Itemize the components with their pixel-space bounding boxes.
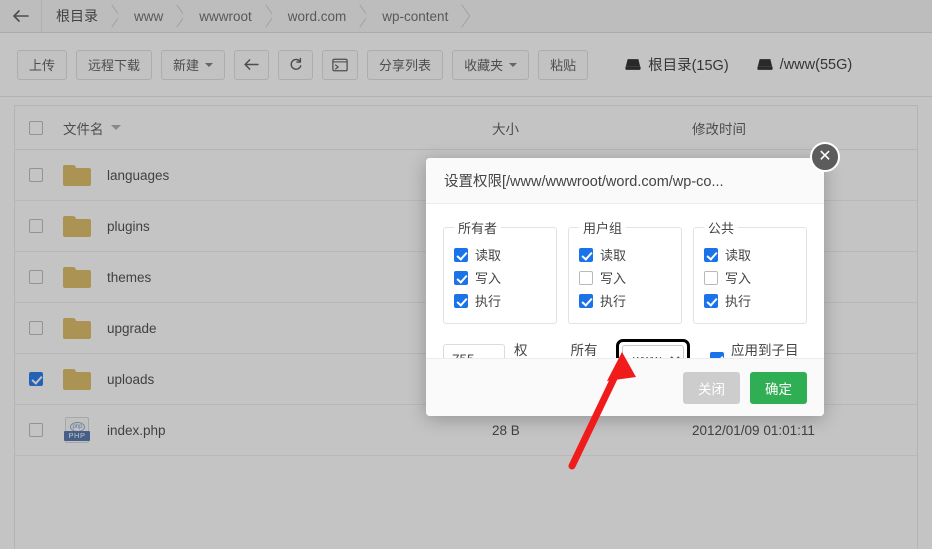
group-execute-label: 执行 [600, 291, 626, 310]
owner-write-row[interactable]: 写入 [454, 268, 546, 287]
group-execute-checkbox[interactable] [579, 294, 593, 308]
public-read-label: 读取 [725, 245, 751, 264]
owner-execute-row[interactable]: 执行 [454, 291, 546, 310]
public-write-label: 写入 [725, 268, 751, 287]
public-read-row[interactable]: 读取 [704, 245, 796, 264]
owner-write-label: 写入 [475, 268, 501, 287]
group-write-checkbox[interactable] [579, 271, 593, 285]
public-execute-row[interactable]: 执行 [704, 291, 796, 310]
cancel-button[interactable]: 关闭 [683, 372, 740, 404]
permission-group-owner: 所有者 读取 写入 执行 [443, 218, 557, 324]
permission-group-public-legend: 公共 [704, 218, 738, 237]
owner-execute-checkbox[interactable] [454, 294, 468, 308]
owner-read-label: 读取 [475, 245, 501, 264]
owner-read-row[interactable]: 读取 [454, 245, 546, 264]
public-write-row[interactable]: 写入 [704, 268, 796, 287]
permission-group-owner-legend: 所有者 [454, 218, 501, 237]
dialog-footer: 关闭 确定 [426, 358, 824, 416]
group-execute-row[interactable]: 执行 [579, 291, 671, 310]
group-write-label: 写入 [600, 268, 626, 287]
confirm-button[interactable]: 确定 [750, 372, 807, 404]
public-read-checkbox[interactable] [704, 248, 718, 262]
owner-read-checkbox[interactable] [454, 248, 468, 262]
group-read-checkbox[interactable] [579, 248, 593, 262]
owner-write-checkbox[interactable] [454, 271, 468, 285]
group-write-row[interactable]: 写入 [579, 268, 671, 287]
dialog-body: 所有者 读取 写入 执行 用户组 读取 [426, 204, 824, 379]
permission-groups: 所有者 读取 写入 执行 用户组 读取 [443, 218, 807, 324]
permission-group-public: 公共 读取 写入 执行 [693, 218, 807, 324]
public-write-checkbox[interactable] [704, 271, 718, 285]
owner-execute-label: 执行 [475, 291, 501, 310]
dialog-title: 设置权限[/www/wwwroot/word.com/wp-co... [426, 158, 824, 204]
permission-group-group-legend: 用户组 [579, 218, 626, 237]
public-execute-checkbox[interactable] [704, 294, 718, 308]
public-execute-label: 执行 [725, 291, 751, 310]
group-read-label: 读取 [600, 245, 626, 264]
permission-dialog: ✕ 设置权限[/www/wwwroot/word.com/wp-co... 所有… [426, 158, 824, 416]
permission-group-group: 用户组 读取 写入 执行 [568, 218, 682, 324]
group-read-row[interactable]: 读取 [579, 245, 671, 264]
close-icon[interactable]: ✕ [810, 142, 840, 172]
